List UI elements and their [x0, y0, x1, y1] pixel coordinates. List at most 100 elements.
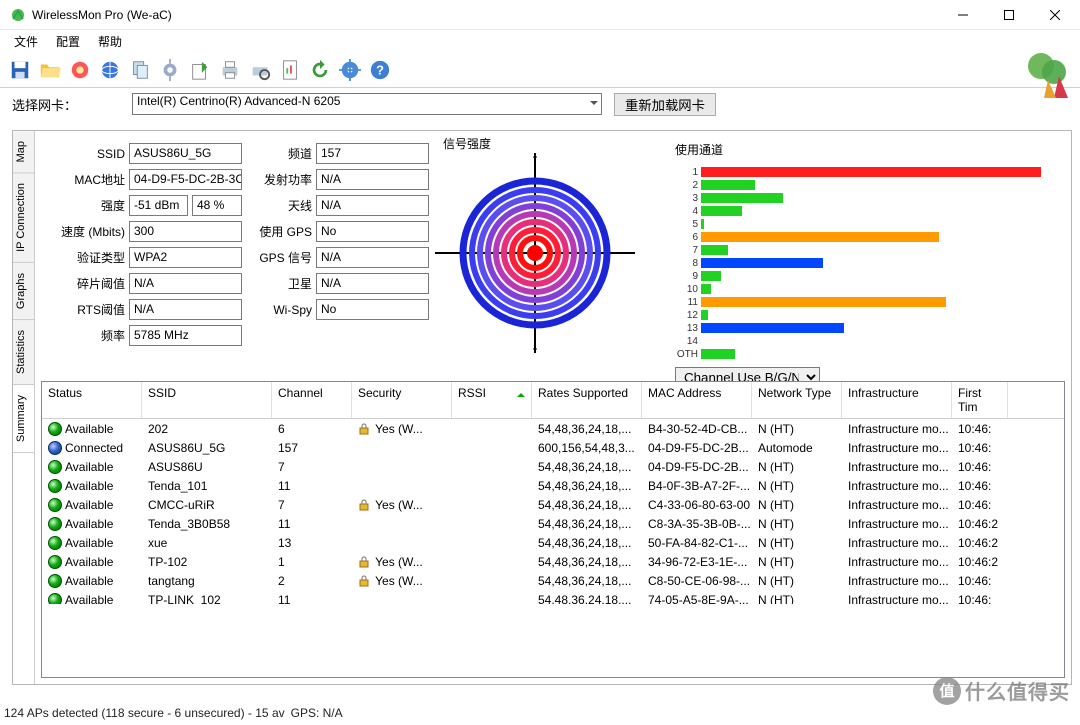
report-icon[interactable]: [276, 56, 304, 84]
channel-bar-row: 3: [675, 192, 1059, 204]
channel-value: 157: [316, 143, 429, 164]
mac-label: MAC地址: [43, 171, 125, 188]
column-header[interactable]: Network Type: [752, 382, 842, 418]
strength-label: 强度: [43, 197, 125, 214]
gear-icon[interactable]: [156, 56, 184, 84]
column-header[interactable]: SSID: [142, 382, 272, 418]
watermark: 值 什么值得买: [933, 676, 1070, 705]
print-icon[interactable]: [216, 56, 244, 84]
menu-help[interactable]: 帮助: [90, 31, 130, 52]
status-dot-icon: [48, 555, 62, 569]
adapter-select[interactable]: Intel(R) Centrino(R) Advanced-N 6205: [132, 93, 602, 115]
window-title: WirelessMon Pro (We-aC): [32, 8, 940, 22]
strength-pct: 48 %: [192, 195, 242, 216]
status-dot-icon: [48, 593, 62, 605]
column-header[interactable]: Channel: [272, 382, 352, 418]
column-header[interactable]: MAC Address: [642, 382, 752, 418]
adapter-label: 选择网卡：: [12, 95, 120, 114]
auth-label: 验证类型: [43, 249, 125, 266]
menu-config[interactable]: 配置: [48, 31, 88, 52]
channel-use-panel: 使用通道 1234567891011121314OTH Channel Use …: [669, 137, 1065, 377]
save-icon[interactable]: [6, 56, 34, 84]
freq-value: 5785 MHz: [129, 325, 242, 346]
location-icon[interactable]: [336, 56, 364, 84]
tab-map[interactable]: Map: [13, 131, 34, 173]
txpower-label: 发射功率: [246, 171, 312, 188]
satellite-label: 卫星: [246, 275, 312, 292]
rts-label: RTS阈值: [43, 301, 125, 318]
radar-icon: [435, 153, 635, 353]
auth-value: WPA2: [129, 247, 242, 268]
antenna-label: 天线: [246, 197, 312, 214]
channel-title: 使用通道: [675, 141, 1059, 158]
ssid-value: ASUS86U_5G: [129, 143, 242, 164]
app-logo-icon: [1024, 50, 1072, 98]
channel-bar-row: 11: [675, 296, 1059, 308]
column-header[interactable]: Infrastructure: [842, 382, 952, 418]
gps-use-label: 使用 GPS: [246, 223, 312, 240]
table-row[interactable]: Availabletangtang2 Yes (W...54,48,36,24,…: [42, 571, 1064, 590]
adapter-row: 选择网卡： Intel(R) Centrino(R) Advanced-N 62…: [0, 88, 1080, 120]
close-button[interactable]: [1032, 0, 1078, 30]
signal-title: 信号强度: [443, 135, 491, 152]
table-row[interactable]: AvailableCMCC-uRiR7 Yes (W...54,48,36,24…: [42, 495, 1064, 514]
app-icon: [10, 7, 26, 23]
channel-use-chart: 1234567891011121314OTH: [675, 166, 1059, 360]
gps-signal-value: N/A: [316, 247, 429, 268]
print-preview-icon[interactable]: [246, 56, 274, 84]
status-dot-icon: [48, 441, 62, 455]
freq-label: 频率: [43, 327, 125, 344]
copy-icon[interactable]: [126, 56, 154, 84]
network-grid: StatusSSIDChannelSecurityRSSIRates Suppo…: [41, 381, 1065, 678]
wispy-label: Wi-Spy: [246, 303, 312, 317]
export-icon[interactable]: [186, 56, 214, 84]
table-row[interactable]: Available2026 Yes (W...54,48,36,24,18,..…: [42, 419, 1064, 438]
strength-dbm: -51 dBm: [129, 195, 188, 216]
tab-graphs[interactable]: Graphs: [13, 263, 34, 320]
maximize-button[interactable]: [986, 0, 1032, 30]
channel-bar-row: 9: [675, 270, 1059, 282]
titlebar: WirelessMon Pro (We-aC): [0, 0, 1080, 30]
refresh-icon[interactable]: [306, 56, 334, 84]
statusbar: 124 APs detected (118 secure - 6 unsecur…: [4, 704, 1076, 722]
channel-bar-row: 10: [675, 283, 1059, 295]
table-row[interactable]: ConnectedASUS86U_5G157 600,156,54,48,3..…: [42, 438, 1064, 457]
frag-value: N/A: [129, 273, 242, 294]
table-row[interactable]: Availablexue13 54,48,36,24,18,...50-FA-8…: [42, 533, 1064, 552]
tab-ip-connection[interactable]: IP Connection: [13, 173, 34, 263]
channel-label: 频道: [246, 145, 312, 162]
tab-summary[interactable]: Summary: [13, 385, 34, 453]
table-row[interactable]: AvailableASUS86U7 54,48,36,24,18,...04-D…: [42, 457, 1064, 476]
minimize-button[interactable]: [940, 0, 986, 30]
channel-bar-row: 4: [675, 205, 1059, 217]
watermark-text: 什么值得买: [965, 676, 1070, 705]
column-header[interactable]: First Tim: [952, 382, 1008, 418]
vertical-tabs: Summary Statistics Graphs IP Connection …: [13, 131, 35, 684]
menu-file[interactable]: 文件: [6, 31, 46, 52]
record-icon[interactable]: [66, 56, 94, 84]
column-header[interactable]: Status: [42, 382, 142, 418]
main-panel: Summary Statistics Graphs IP Connection …: [12, 130, 1072, 685]
globe-icon[interactable]: [96, 56, 124, 84]
reload-adapter-button[interactable]: 重新加载网卡: [614, 93, 716, 116]
column-header[interactable]: Rates Supported: [532, 382, 642, 418]
status-dot-icon: [48, 479, 62, 493]
channel-bar-row: 12: [675, 309, 1059, 321]
table-row[interactable]: AvailableTP-LINK_10211 54,48,36,24,18,..…: [42, 590, 1064, 604]
tab-statistics[interactable]: Statistics: [13, 320, 34, 385]
frag-label: 碎片阈值: [43, 275, 125, 292]
table-row[interactable]: AvailableTP-1021 Yes (W...54,48,36,24,18…: [42, 552, 1064, 571]
channel-bar-row: 7: [675, 244, 1059, 256]
menubar: 文件 配置 帮助: [0, 30, 1080, 52]
column-header[interactable]: RSSI: [452, 382, 532, 418]
help-icon[interactable]: ?: [366, 56, 394, 84]
gps-use-value: No: [316, 221, 429, 242]
status-dot-icon: [48, 498, 62, 512]
channel-bar-row: 13: [675, 322, 1059, 334]
status-dot-icon: [48, 517, 62, 531]
column-header[interactable]: Security: [352, 382, 452, 418]
table-row[interactable]: AvailableTenda_3B0B5811 54,48,36,24,18,.…: [42, 514, 1064, 533]
table-row[interactable]: AvailableTenda_10111 54,48,36,24,18,...B…: [42, 476, 1064, 495]
open-folder-icon[interactable]: [36, 56, 64, 84]
status-dot-icon: [48, 574, 62, 588]
